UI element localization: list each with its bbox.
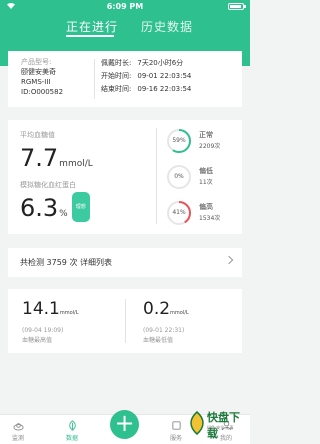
divider xyxy=(94,59,95,99)
max-glucose-unit: mmol/L xyxy=(59,310,79,316)
start-time-row: 开始时间: 09-01 22:03:54 xyxy=(101,70,191,83)
low-ratio-text: 0% xyxy=(174,173,184,180)
add-button[interactable]: + xyxy=(110,410,139,439)
avg-glucose: 7.7mmol/L xyxy=(20,144,93,178)
battery-icon xyxy=(228,3,246,10)
min-glucose-value-line: 0.2mmol/L xyxy=(143,299,189,323)
device-id: ID:O000582 xyxy=(21,88,64,96)
glucose-summary-card: 平均血糖值 7.7mmol/L 模拟糖化血红蛋白 6.3%理想 59% 正常 2… xyxy=(8,120,242,234)
low-ratio-ring: 0% xyxy=(166,164,192,190)
normal-status-label: 正常 xyxy=(199,131,213,139)
end-time-row: 结束时间: 09-16 22:03:54 xyxy=(101,83,191,96)
tab-history[interactable]: 历史数据 xyxy=(141,18,193,35)
device-name: 颐健安美奇 xyxy=(21,68,56,76)
high-ratio-text: 41% xyxy=(172,209,186,216)
leaf-icon xyxy=(68,420,76,431)
divider xyxy=(125,299,126,343)
avg-glucose-label: 平均血糖值 xyxy=(20,131,55,139)
hba1c-unit: % xyxy=(59,209,68,219)
wear-duration-value: 7天20小时6分 xyxy=(137,59,184,67)
end-time-value: 09-16 22:03:54 xyxy=(137,85,192,93)
device-model: RGMS-III xyxy=(21,78,51,86)
max-glucose-time: (09-04 19:09) xyxy=(22,327,64,334)
min-glucose-time: (09-01 22:31) xyxy=(143,327,185,334)
hba1c-value: 6.3 xyxy=(20,194,59,222)
wear-duration-row: 佩戴时长: 7天20小时6分 xyxy=(101,57,191,70)
nav-data-label: 数据 xyxy=(65,435,78,442)
start-time-value: 09-01 22:03:54 xyxy=(137,72,192,80)
max-glucose: 14.1mmol/L (09-04 19:09) 血糖最高值 xyxy=(22,299,79,344)
min-glucose-unit: mmol/L xyxy=(170,310,189,316)
status-bar: 6:09 PM xyxy=(0,0,250,14)
normal-ratio-ring: 59% xyxy=(166,128,192,154)
nav-data[interactable]: 数据 xyxy=(52,417,92,442)
watermark-subtext: 绿色·安全·无毒 xyxy=(207,425,234,430)
hba1c-status-badge: 理想 xyxy=(71,192,90,222)
high-status-label: 偏高 xyxy=(199,203,213,211)
avg-glucose-unit: mmol/L xyxy=(59,159,93,169)
nav-monitor-label: 监测 xyxy=(11,435,24,442)
start-time-label: 开始时间: xyxy=(101,72,132,80)
status-time: 6:09 PM xyxy=(106,2,144,11)
nav-monitor[interactable]: 监测 xyxy=(0,417,38,442)
hba1c: 6.3%理想 xyxy=(20,192,90,228)
high-count: 1534次 xyxy=(199,215,221,222)
chevron-right-icon xyxy=(224,255,234,265)
low-status-label: 偏低 xyxy=(199,167,213,175)
watermark-leaf-icon xyxy=(190,411,204,435)
model-label: 产品型号: xyxy=(21,58,52,66)
hba1c-label: 模拟糖化血红蛋白 xyxy=(20,181,76,189)
normal-ratio-text: 59% xyxy=(172,137,186,144)
device-card: 产品型号: 颐健安美奇 RGMS-III ID:O000582 佩戴时长: 7天2… xyxy=(8,51,242,107)
high-ratio-ring: 41% xyxy=(166,200,192,226)
extremes-card: 14.1mmol/L (09-04 19:09) 血糖最高值 0.2mmol/L… xyxy=(8,289,242,353)
avg-glucose-value: 7.7 xyxy=(20,144,59,172)
min-glucose-value: 0.2 xyxy=(143,299,171,319)
end-time-label: 结束时间: xyxy=(101,85,132,93)
watermark-logo: 快盘下载 绿色·安全·无毒 xyxy=(185,405,249,443)
tab-bar: 正在进行 历史数据 xyxy=(0,18,250,42)
sensor-icon xyxy=(12,423,24,431)
max-glucose-label: 血糖最高值 xyxy=(22,337,53,344)
wear-duration-label: 佩戴时长: xyxy=(101,59,132,67)
min-glucose: 0.2mmol/L (09-01 22:31) 血糖最低值 xyxy=(143,299,189,344)
tab-ongoing[interactable]: 正在进行 xyxy=(66,18,118,35)
min-glucose-label: 血糖最低值 xyxy=(143,337,174,344)
nav-service-label: 服务 xyxy=(169,435,182,442)
max-glucose-value-line: 14.1mmol/L xyxy=(22,299,79,323)
max-glucose-value: 14.1 xyxy=(22,299,60,319)
service-icon xyxy=(171,421,181,430)
detail-list-row[interactable]: 共检测 3759 次 详细列表 xyxy=(8,248,242,277)
low-count: 11次 xyxy=(199,179,213,186)
device-info: 产品型号: 颐健安美奇 RGMS-III ID:O000582 xyxy=(21,57,63,97)
tab-indicator xyxy=(66,35,114,37)
divider xyxy=(156,128,157,224)
total-count-text: 共检测 3759 次 详细列表 xyxy=(20,258,112,267)
normal-count: 2209次 xyxy=(199,143,221,150)
wear-info: 佩戴时长: 7天20小时6分 开始时间: 09-01 22:03:54 结束时间: 0… xyxy=(101,57,191,96)
